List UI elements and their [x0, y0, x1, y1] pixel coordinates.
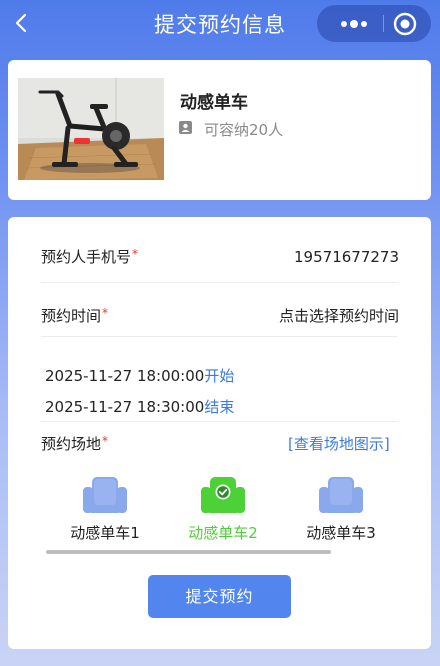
product-card: 动感单车 可容纳20人: [8, 60, 431, 200]
end-time-row: 2025-11-27 18:30:00结束: [45, 396, 234, 417]
venue-option-2[interactable]: 动感单车2: [168, 475, 278, 545]
phone-value[interactable]: 19571677273: [294, 248, 399, 266]
required-mark: *: [102, 306, 109, 320]
target-icon: [393, 12, 417, 36]
venue-label-3: 动感单车3: [306, 524, 376, 542]
more-options-button[interactable]: [327, 5, 377, 42]
contact-card-icon: [179, 121, 192, 134]
dot-icon: [341, 21, 347, 27]
dot-icon: [350, 20, 358, 28]
venue-scrollbar[interactable]: [46, 550, 331, 554]
required-mark: *: [132, 247, 139, 261]
required-mark: *: [102, 434, 109, 448]
start-time-row: 2025-11-27 18:00:00开始: [45, 365, 234, 386]
venue-label-2: 动感单车2: [188, 524, 258, 542]
end-tag: 结束: [204, 398, 235, 416]
time-picker[interactable]: 点击选择预约时间: [279, 305, 399, 326]
end-time: 2025-11-27 18:30:00: [45, 398, 205, 416]
divider: [41, 282, 398, 283]
seat-icon: [319, 477, 363, 513]
dot-icon: [361, 21, 367, 27]
venue-option-1[interactable]: 动感单车1: [50, 475, 160, 545]
phone-label: 预约人手机号*: [41, 247, 139, 266]
venue-label-1: 动感单车1: [70, 524, 140, 542]
start-tag: 开始: [204, 367, 235, 385]
time-label: 预约时间*: [41, 306, 109, 325]
booking-form-card: 预约人手机号* 19571677273 预约时间* 点击选择预约时间 2025-…: [8, 217, 431, 649]
capsule-divider: [383, 15, 384, 32]
seat-selected-icon: [201, 477, 245, 513]
venue-option-3[interactable]: 动感单车3: [286, 475, 396, 545]
product-image: [18, 78, 164, 180]
seat-icon: [83, 477, 127, 513]
divider: [41, 336, 398, 337]
divider: [41, 421, 398, 422]
capacity-text: 可容纳20人: [204, 121, 284, 139]
start-time: 2025-11-27 18:00:00: [45, 367, 205, 385]
nav-bar: 提交预约信息: [0, 0, 440, 48]
view-venue-map-link[interactable]: [查看场地图示]: [288, 433, 390, 454]
mini-program-capsule: [317, 5, 431, 42]
venue-label: 预约场地*: [41, 434, 109, 453]
product-name: 动感单车: [180, 93, 248, 113]
close-mini-program-button[interactable]: [391, 10, 419, 38]
submit-booking-button[interactable]: 提交预约: [148, 575, 291, 618]
